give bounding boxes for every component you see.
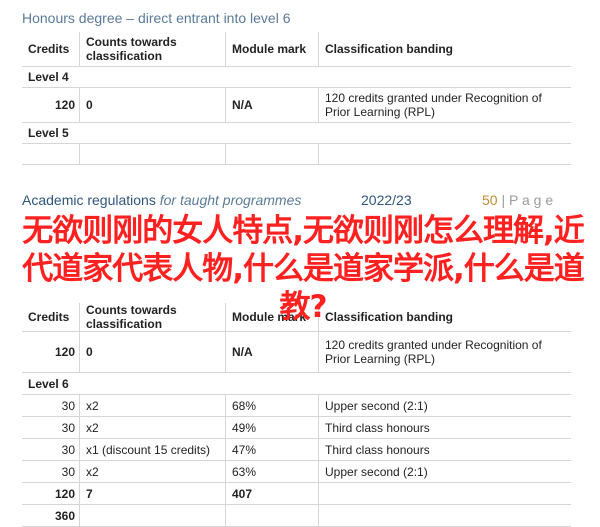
mark-cell: 68% xyxy=(225,394,319,417)
header-counts: Counts towards classification xyxy=(79,32,226,67)
mark-cell: N/A xyxy=(225,331,319,373)
counts-cell: x2 xyxy=(79,394,226,417)
table-row: 30 x2 68% Upper second (2:1) xyxy=(22,394,571,417)
classification-table-1: Credits Counts towards classification Mo… xyxy=(22,32,571,165)
level-label: Level 5 xyxy=(22,122,80,144)
level-row: Level 4 xyxy=(22,66,571,88)
footer-page: 50 | P a g e xyxy=(482,192,553,208)
grand-total-row: 360 xyxy=(22,504,571,527)
banding-cell: Upper second (2:1) xyxy=(318,460,571,483)
mark-total: 407 xyxy=(225,482,319,505)
table-row: 120 0 N/A 120 credits granted under Reco… xyxy=(22,87,571,123)
counts-cell: x2 xyxy=(79,416,226,439)
table-row: 30 x2 63% Upper second (2:1) xyxy=(22,460,571,483)
level-label: Level 4 xyxy=(22,66,80,88)
banding-cell: Third class honours xyxy=(318,438,571,461)
header-credits: Credits xyxy=(22,32,80,67)
header-banding: Classification banding xyxy=(318,32,571,67)
credits-cell: 30 xyxy=(22,416,80,439)
counts-total: 7 xyxy=(79,482,226,505)
credits-cell: 30 xyxy=(22,460,80,483)
banding-cell: Third class honours xyxy=(318,416,571,439)
credits-cell: 30 xyxy=(22,438,80,461)
level-row: Level 6 xyxy=(22,372,571,395)
counts-cell: x1 (discount 15 credits) xyxy=(79,438,226,461)
level-row: Level 5 xyxy=(22,122,571,144)
table-row xyxy=(22,143,571,165)
banding-cell: 120 credits granted under Recognition of… xyxy=(318,331,571,373)
mark-cell: 47% xyxy=(225,438,319,461)
table-row: 30 x1 (discount 15 credits) 47% Third cl… xyxy=(22,438,571,461)
counts-cell: 0 xyxy=(79,331,226,373)
counts-cell: x2 xyxy=(79,460,226,483)
footer-regulations: Academic regulations xyxy=(22,192,156,208)
credits-cell: 120 xyxy=(22,331,80,373)
grand-total: 360 xyxy=(22,504,80,527)
table-row: 30 x2 49% Third class honours xyxy=(22,416,571,439)
footer-taught: for taught programmes xyxy=(159,192,302,208)
counts-cell: 0 xyxy=(79,87,226,123)
table-row: 120 0 N/A 120 credits granted under Reco… xyxy=(22,331,571,373)
credits-cell: 120 xyxy=(22,87,80,123)
mark-cell: N/A xyxy=(225,87,319,123)
page-number: 50 xyxy=(482,192,498,208)
credits-cell: 30 xyxy=(22,394,80,417)
header-module-mark: Module mark xyxy=(225,32,319,67)
banding-cell: 120 credits granted under Recognition of… xyxy=(318,87,571,123)
classification-table-2: Credits Counts towards classification Mo… xyxy=(22,303,571,527)
mark-cell: 49% xyxy=(225,416,319,439)
table-header-row: Credits Counts towards classification Mo… xyxy=(22,32,571,67)
footer-year: 2022/23 xyxy=(361,192,412,208)
overlay-banner-text: 无欲则刚的女人特点,无欲则刚怎么理解,近代道家代表人物,什么是道家学派,什么是道… xyxy=(22,213,585,325)
page-footer: Academic regulations for taught programm… xyxy=(22,192,582,208)
level-label: Level 6 xyxy=(22,372,80,395)
page-word: | P a g e xyxy=(501,192,554,208)
section-title: Honours degree – direct entrant into lev… xyxy=(22,10,291,26)
total-row: 120 7 407 xyxy=(22,482,571,505)
credits-total: 120 xyxy=(22,482,80,505)
banding-cell: Upper second (2:1) xyxy=(318,394,571,417)
mark-cell: 63% xyxy=(225,460,319,483)
